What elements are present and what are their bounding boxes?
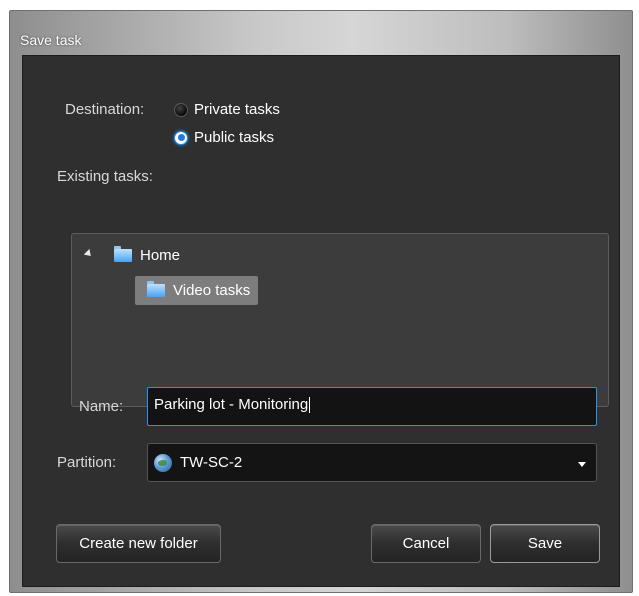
- radio-public-tasks[interactable]: Public tasks: [174, 129, 274, 146]
- name-input-value: Parking lot - Monitoring: [154, 396, 309, 413]
- existing-tasks-label: Existing tasks:: [57, 168, 153, 185]
- tree-node-video-tasks-label: Video tasks: [173, 282, 251, 299]
- destination-label: Destination:: [65, 101, 145, 118]
- chevron-down-icon[interactable]: [578, 462, 586, 467]
- radio-private-tasks[interactable]: Private tasks: [174, 101, 280, 118]
- dialog-content: Destination: Private tasks Public tasks …: [22, 55, 620, 587]
- folder-icon: [114, 246, 132, 262]
- expand-collapse-icon[interactable]: [83, 248, 94, 259]
- tree-node-home[interactable]: Home: [83, 246, 181, 264]
- save-button[interactable]: Save: [490, 524, 600, 563]
- cancel-button[interactable]: Cancel: [371, 524, 481, 563]
- create-new-folder-button[interactable]: Create new folder: [56, 524, 221, 563]
- radio-indicator-checked[interactable]: [174, 130, 188, 145]
- dialog-title: Save task: [20, 32, 82, 48]
- save-task-dialog: Save task Destination: Private tasks Pub…: [9, 10, 633, 593]
- partition-select[interactable]: TW-SC-2: [147, 443, 597, 482]
- folder-icon: [147, 281, 165, 297]
- existing-tasks-tree[interactable]: Home Video tasks: [71, 233, 609, 407]
- radio-private-tasks-label: Private tasks: [194, 101, 280, 118]
- tree-node-video-tasks[interactable]: Video tasks: [135, 276, 259, 305]
- name-input[interactable]: Parking lot - Monitoring: [147, 387, 597, 426]
- partition-select-value: TW-SC-2: [180, 454, 243, 471]
- name-label: Name:: [79, 398, 124, 415]
- tree-node-home-label: Home: [140, 247, 181, 264]
- title-bar[interactable]: Save task: [10, 11, 632, 53]
- radio-indicator[interactable]: [174, 102, 188, 117]
- globe-icon: [154, 453, 172, 472]
- text-caret: [309, 397, 311, 414]
- partition-label: Partition:: [57, 454, 117, 471]
- radio-public-tasks-label: Public tasks: [194, 129, 275, 146]
